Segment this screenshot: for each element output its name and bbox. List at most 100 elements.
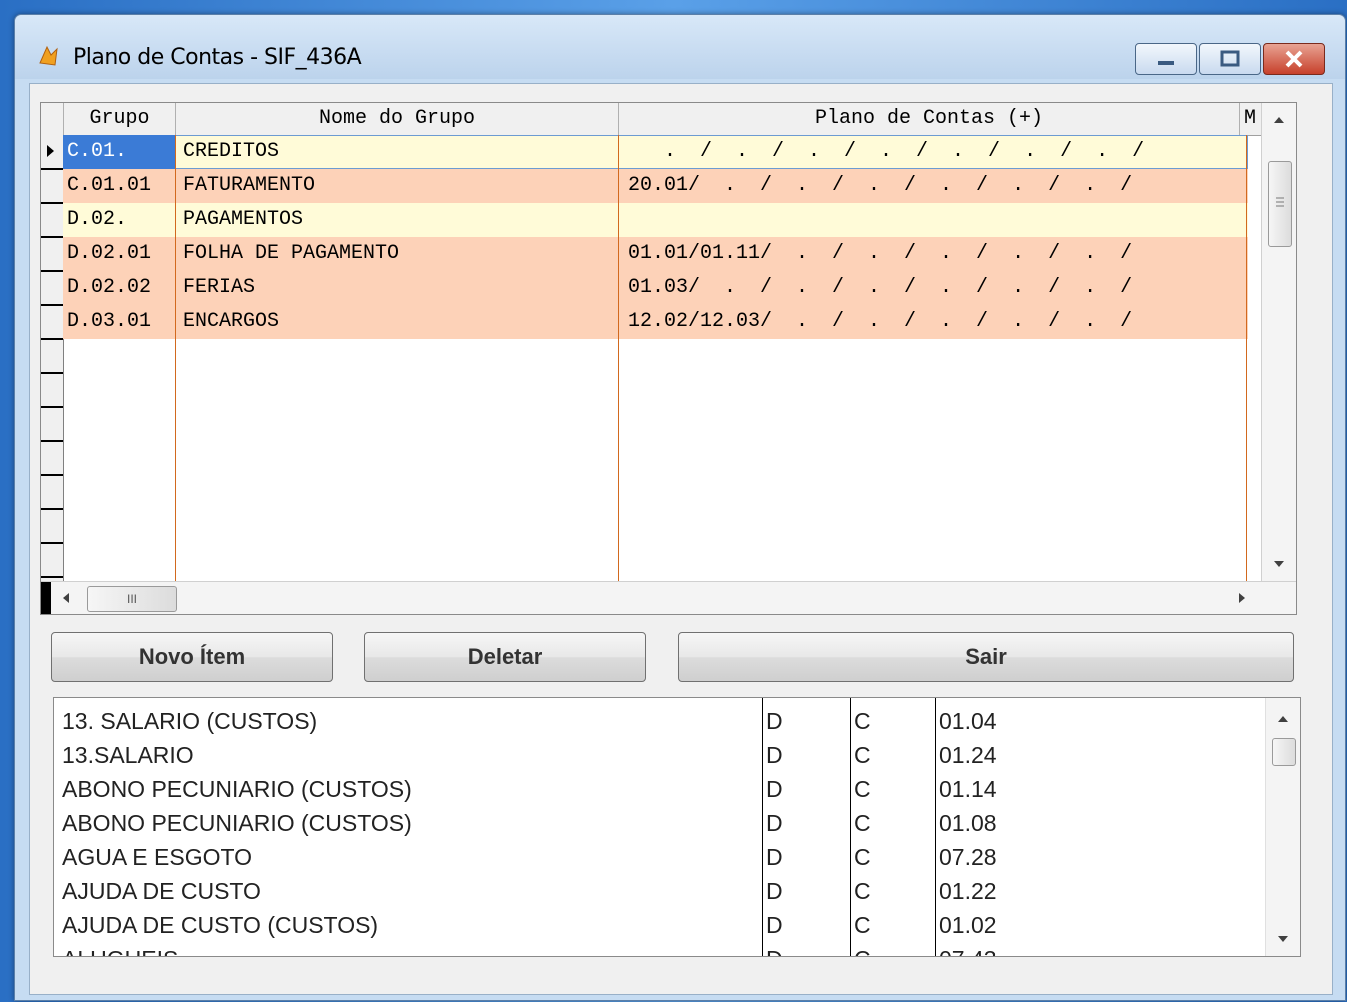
row-indicator[interactable] [41, 169, 63, 204]
grid-cell-grupo[interactable]: D.02.02 [67, 271, 151, 305]
grid-row[interactable]: C.01. CREDITOS . / . / . / . / . / . / . … [63, 135, 1248, 169]
grid-row[interactable]: D.02.01 FOLHA DE PAGAMENTO 01.01/01.11/ . … [63, 237, 1248, 271]
grid-row[interactable]: C.01.01 FATURAMENTO 20.01/ . / . / . / . /… [63, 169, 1248, 203]
grid-cell-grupo[interactable]: D.02. [67, 203, 127, 237]
minimize-button[interactable] [1135, 43, 1197, 75]
list-column-separator [850, 698, 851, 956]
novo-item-button[interactable]: Novo Ítem [51, 632, 333, 682]
list-item-debit: D [766, 742, 783, 768]
grid-cell-plano[interactable]: 01.01/01.11/ . / . / . / . / . / [628, 237, 1132, 271]
grid-hscroll-thumb[interactable]: III [87, 586, 177, 612]
maximize-icon [1220, 50, 1240, 67]
row-indicator[interactable] [41, 339, 63, 374]
row-indicator[interactable] [41, 407, 63, 442]
client-area: Grupo Nome do Grupo Plano de Contas (+) … [29, 83, 1333, 995]
grid-cell-nome[interactable]: ENCARGOS [183, 305, 279, 339]
groups-grid[interactable]: Grupo Nome do Grupo Plano de Contas (+) … [40, 102, 1297, 615]
row-indicator[interactable] [41, 441, 63, 476]
grid-row[interactable]: D.03.01 ENCARGOS 12.02/12.03/ . / . / . / … [63, 305, 1248, 339]
scroll-down-arrow-icon[interactable] [1262, 551, 1296, 575]
header-m[interactable]: M [1240, 103, 1260, 135]
list-item-credit: C [854, 742, 871, 768]
list-item-debit: D [766, 912, 783, 938]
grid-cell-grupo[interactable]: D.03.01 [67, 305, 151, 339]
list-item-debit: D [766, 776, 783, 802]
list-item[interactable]: ALUGUEIS D C 07.43 [54, 942, 1264, 956]
list-item-debit: D [766, 708, 783, 734]
list-vertical-scrollbar[interactable] [1265, 698, 1300, 956]
grid-vscroll-thumb[interactable] [1268, 161, 1292, 247]
list-item[interactable]: 13. SALARIO (CUSTOS) D C 01.04 [54, 704, 1264, 738]
scroll-down-arrow-icon[interactable] [1266, 926, 1300, 950]
grid-cell-nome[interactable]: PAGAMENTOS [183, 203, 303, 237]
current-row-arrow-icon [47, 145, 54, 157]
grid-cell-grupo[interactable]: C.01. [63, 135, 175, 169]
grid-vertical-scrollbar[interactable] [1261, 103, 1296, 581]
grid-cell-plano[interactable]: 20.01/ . / . / . / . / . / . / [628, 169, 1132, 203]
row-indicator-column [41, 135, 64, 582]
list-item-code: 01.04 [939, 708, 997, 734]
minimize-icon [1158, 61, 1174, 65]
list-item[interactable]: 13.SALARIO D C 01.24 [54, 738, 1264, 772]
list-column-separator [762, 698, 763, 956]
grid-cell-grupo[interactable]: C.01.01 [67, 169, 151, 203]
list-item-credit: C [854, 844, 871, 870]
list-item-name: ABONO PECUNIARIO (CUSTOS) [62, 810, 412, 836]
scroll-left-arrow-icon[interactable] [55, 582, 79, 614]
grid-horizontal-scrollbar[interactable]: III [41, 581, 1296, 614]
app-icon [37, 43, 61, 67]
list-item-code: 07.43 [939, 942, 997, 956]
grid-cell-grupo[interactable]: D.02.01 [67, 237, 151, 271]
list-column-separator [935, 698, 936, 956]
grid-header: Grupo Nome do Grupo Plano de Contas (+) … [41, 103, 1261, 136]
scroll-up-arrow-icon[interactable] [1262, 107, 1296, 131]
deletar-button[interactable]: Deletar [364, 632, 646, 682]
grid-row[interactable]: D.02. PAGAMENTOS [63, 203, 1248, 237]
list-item[interactable]: ABONO PECUNIARIO (CUSTOS) D C 01.08 [54, 806, 1264, 840]
accounts-list[interactable]: 13. SALARIO (CUSTOS) D C 01.04 13.SALARIO D C 0… [53, 697, 1301, 957]
list-item[interactable]: AJUDA DE CUSTO D C 01.22 [54, 874, 1264, 908]
grid-cell-nome[interactable]: CREDITOS [183, 135, 279, 169]
row-indicator[interactable] [41, 509, 63, 544]
grid-cell-nome[interactable]: FATURAMENTO [183, 169, 315, 203]
row-indicator[interactable] [41, 203, 63, 238]
list-item-debit: D [766, 844, 783, 870]
sair-button[interactable]: Sair [678, 632, 1294, 682]
row-indicator[interactable] [41, 305, 63, 340]
scroll-up-arrow-icon[interactable] [1266, 706, 1300, 730]
grid-cell-plano[interactable]: 12.02/12.03/ . / . / . / . / . / [628, 305, 1132, 339]
title-bar[interactable]: Plano de Contas - SIF_436A [15, 15, 1345, 79]
list-item[interactable]: AGUA E ESGOTO D C 07.28 [54, 840, 1264, 874]
list-item-name: AJUDA DE CUSTO [62, 878, 261, 904]
list-item-code: 01.02 [939, 912, 997, 938]
row-indicator[interactable] [41, 373, 63, 408]
close-icon [1285, 50, 1303, 68]
close-button[interactable] [1263, 43, 1325, 75]
grid-row[interactable]: D.02.02 FERIAS 01.03/ . / . / . / . / . / … [63, 271, 1248, 305]
list-item-credit: C [854, 708, 871, 734]
list-item-code: 01.24 [939, 742, 997, 768]
header-grupo[interactable]: Grupo [64, 103, 176, 135]
grid-cell-nome[interactable]: FOLHA DE PAGAMENTO [183, 237, 399, 271]
window-title: Plano de Contas - SIF_436A [73, 45, 362, 70]
row-indicator[interactable] [41, 135, 63, 170]
column-divider [1246, 135, 1247, 581]
list-item-debit: D [766, 942, 783, 956]
grid-cell-plano[interactable]: 01.03/ . / . / . / . / . / . / [628, 271, 1132, 305]
list-item-name: 13. SALARIO (CUSTOS) [62, 708, 318, 734]
list-vscroll-thumb[interactable] [1272, 738, 1296, 766]
row-indicator[interactable] [41, 543, 63, 578]
maximize-button[interactable] [1199, 43, 1261, 75]
list-item[interactable]: AJUDA DE CUSTO (CUSTOS) D C 01.02 [54, 908, 1264, 942]
header-plano-de-contas[interactable]: Plano de Contas (+) [619, 103, 1240, 135]
column-divider [618, 135, 619, 581]
scroll-right-arrow-icon[interactable] [1229, 582, 1253, 614]
row-indicator[interactable] [41, 271, 63, 306]
grid-cell-nome[interactable]: FERIAS [183, 271, 255, 305]
list-item[interactable]: ABONO PECUNIARIO (CUSTOS) D C 01.14 [54, 772, 1264, 806]
header-nome-do-grupo[interactable]: Nome do Grupo [176, 103, 619, 135]
row-indicator[interactable] [41, 475, 63, 510]
grid-cell-plano[interactable]: . / . / . / . / . / . / . / [628, 135, 1144, 169]
list-item-code: 07.28 [939, 844, 997, 870]
row-indicator[interactable] [41, 237, 63, 272]
